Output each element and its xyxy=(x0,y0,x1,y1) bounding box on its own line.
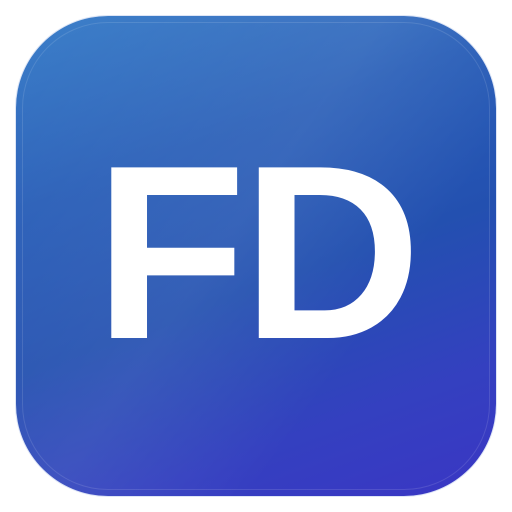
app-icon[interactable]: FD xyxy=(16,16,496,496)
canvas: FD xyxy=(0,0,512,512)
app-icon-monogram: FD xyxy=(94,113,422,391)
